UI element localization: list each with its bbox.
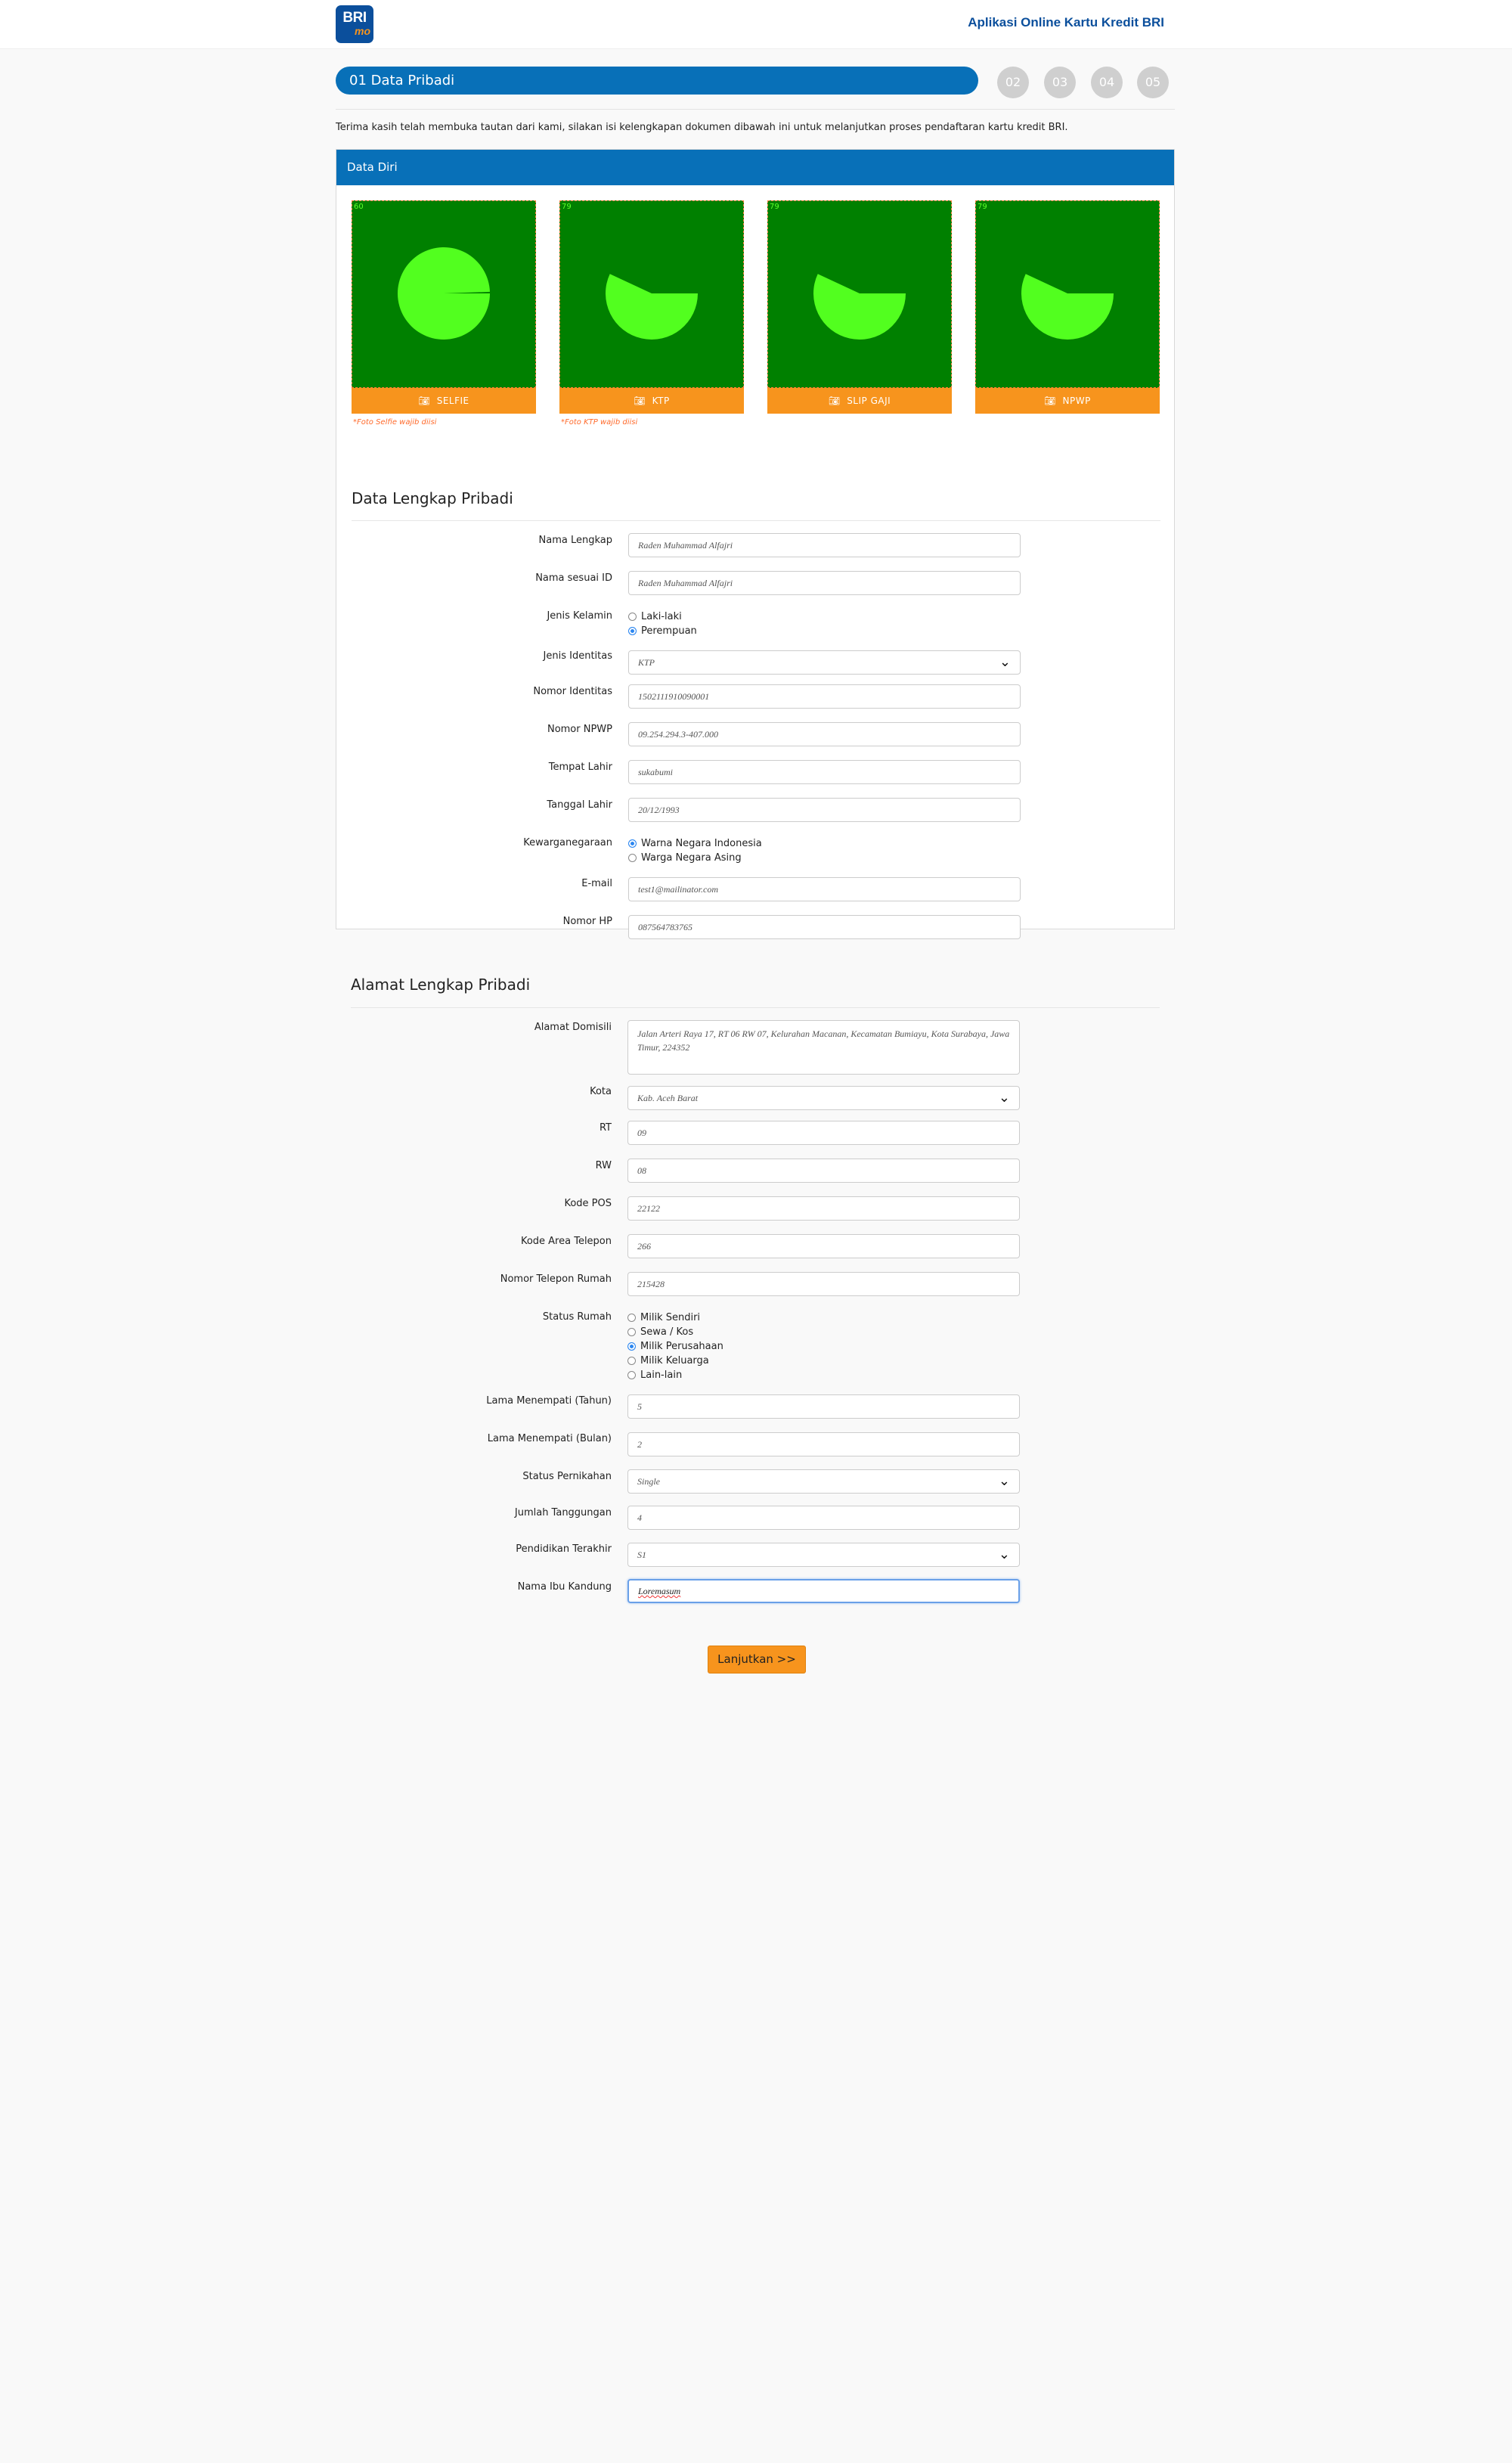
lanjutkan-button[interactable]: Lanjutkan >> (708, 1646, 806, 1674)
step-3: 03 (1044, 67, 1076, 98)
top-navbar: BRI mo Aplikasi Online Kartu Kredit BRI (0, 0, 1512, 49)
radio-dot-selected (627, 1342, 636, 1351)
radio-lain-lain[interactable]: Lain-lain (627, 1368, 723, 1382)
radio-label: Sewa / Kos (640, 1326, 694, 1338)
step-5: 05 (1137, 67, 1169, 98)
alamat-domisili-textarea[interactable]: Jalan Arteri Raya 17, RT 06 RW 07, Kelur… (627, 1020, 1020, 1075)
chevron-down-icon: ⌄ (998, 1090, 1010, 1106)
kode-pos-input[interactable]: 22122 (627, 1196, 1020, 1221)
label-lama-tahun: Lama Menempati (Tahun) (486, 1395, 612, 1407)
select-value: Single (637, 1476, 660, 1487)
label-status-rumah: Status Rumah (542, 1311, 612, 1323)
label-lama-bulan: Lama Menempati (Bulan) (487, 1433, 612, 1444)
chevron-down-icon: ⌄ (998, 1546, 1010, 1562)
label-ibu-kandung: Nama Ibu Kandung (517, 1581, 612, 1593)
label-telepon-rumah: Nomor Telepon Rumah (500, 1273, 612, 1285)
pendidikan-select[interactable]: S1 ⌄ (627, 1543, 1020, 1567)
rw-input[interactable]: 08 (627, 1159, 1020, 1183)
lama-bulan-input[interactable]: 2 (627, 1432, 1020, 1456)
step-4: 04 (1091, 67, 1123, 98)
radio-dot (627, 1371, 636, 1379)
input-value: Loremasum (638, 1586, 681, 1596)
label-rt: RT (599, 1122, 612, 1134)
card-lower-content: Alamat Lengkap Pribadi Alamat Domisili J… (336, 149, 1175, 1075)
label-jumlah-tanggungan: Jumlah Tanggungan (514, 1507, 612, 1518)
rt-input[interactable]: 09 (627, 1121, 1020, 1145)
logo-text-mo: mo (355, 25, 370, 37)
telepon-rumah-input[interactable]: 215428 (627, 1272, 1020, 1296)
radio-label: Milik Keluarga (640, 1355, 709, 1366)
radio-dot (627, 1357, 636, 1365)
select-value: S1 (637, 1549, 646, 1560)
step-1-active: 01 Data Pribadi (336, 67, 978, 95)
radio-label: Milik Perusahaan (640, 1341, 723, 1352)
kode-area-input[interactable]: 266 (627, 1234, 1020, 1258)
radio-milik-keluarga[interactable]: Milik Keluarga (627, 1354, 723, 1368)
label-kota: Kota (590, 1086, 612, 1097)
status-pernikahan-select[interactable]: Single ⌄ (627, 1469, 1020, 1494)
label-pendidikan: Pendidikan Terakhir (516, 1543, 612, 1555)
label-kode-area: Kode Area Telepon (520, 1236, 612, 1247)
radio-milik-sendiri[interactable]: Milik Sendiri (627, 1311, 723, 1325)
lama-tahun-input[interactable]: 5 (627, 1394, 1020, 1419)
status-rumah-radio-group: Milik Sendiri Sewa / Kos Milik Perusahaa… (627, 1311, 723, 1382)
ibu-kandung-input[interactable]: Loremasum (627, 1579, 1020, 1603)
intro-text: Terima kasih telah membuka tautan dari k… (336, 122, 1068, 133)
jumlah-tanggungan-input[interactable]: 4 (627, 1506, 1020, 1530)
label-status-pernikahan: Status Pernikahan (522, 1471, 612, 1482)
chevron-down-icon: ⌄ (998, 1473, 1010, 1489)
section-divider (351, 1007, 1160, 1008)
radio-milik-perusahaan[interactable]: Milik Perusahaan (627, 1339, 723, 1354)
label-rw: RW (595, 1160, 612, 1171)
brimo-logo[interactable]: BRI mo (336, 5, 373, 43)
kota-select[interactable]: Kab. Aceh Barat ⌄ (627, 1086, 1020, 1110)
radio-sewa-kos[interactable]: Sewa / Kos (627, 1325, 723, 1339)
radio-dot (627, 1328, 636, 1336)
steps-divider (336, 109, 1175, 110)
logo-text-bri: BRI (342, 10, 367, 26)
app-title: Aplikasi Online Kartu Kredit BRI (968, 15, 1164, 29)
radio-dot (627, 1314, 636, 1322)
step-indicator: 01 Data Pribadi 02 03 04 05 (336, 67, 1175, 98)
radio-label: Lain-lain (640, 1370, 683, 1381)
step-2: 02 (997, 67, 1029, 98)
label-alamat-domisili: Alamat Domisili (534, 1022, 612, 1033)
section-title-address: Alamat Lengkap Pribadi (351, 976, 531, 994)
radio-label: Milik Sendiri (640, 1312, 701, 1323)
label-kode-pos: Kode POS (564, 1198, 612, 1209)
select-value: Kab. Aceh Barat (637, 1093, 699, 1103)
